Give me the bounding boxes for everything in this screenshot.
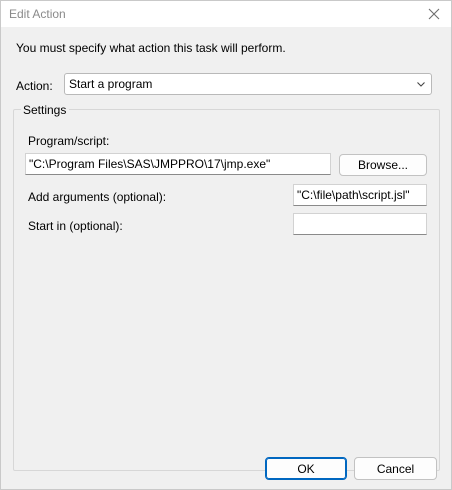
dialog-body: You must specify what action this task w…	[1, 27, 451, 489]
browse-button[interactable]: Browse...	[339, 154, 427, 176]
title-bar: Edit Action	[1, 1, 451, 27]
browse-button-label: Browse...	[357, 158, 408, 172]
window-title: Edit Action	[9, 7, 66, 21]
instruction-text: You must specify what action this task w…	[16, 41, 286, 55]
program-script-input[interactable]: "C:\Program Files\SAS\JMPPRO\17\jmp.exe"	[25, 153, 331, 175]
arguments-input[interactable]: "C:\file\path\script.jsl"	[293, 184, 427, 206]
settings-legend: Settings	[21, 103, 70, 117]
action-selected-value: Start a program	[69, 77, 153, 91]
chevron-down-icon	[417, 82, 425, 87]
edit-action-dialog: Edit Action You must specify what action…	[0, 0, 452, 490]
close-icon	[428, 8, 440, 20]
cancel-button[interactable]: Cancel	[354, 457, 437, 480]
action-label: Action:	[16, 79, 53, 93]
arguments-label: Add arguments (optional):	[28, 190, 167, 204]
ok-button[interactable]: OK	[265, 457, 347, 480]
close-button[interactable]	[417, 1, 451, 27]
start-in-input[interactable]	[293, 213, 427, 235]
action-dropdown[interactable]: Start a program	[64, 73, 432, 95]
start-in-label: Start in (optional):	[28, 219, 123, 233]
program-script-label: Program/script:	[28, 134, 110, 148]
ok-button-label: OK	[297, 461, 315, 476]
cancel-button-label: Cancel	[376, 461, 415, 476]
